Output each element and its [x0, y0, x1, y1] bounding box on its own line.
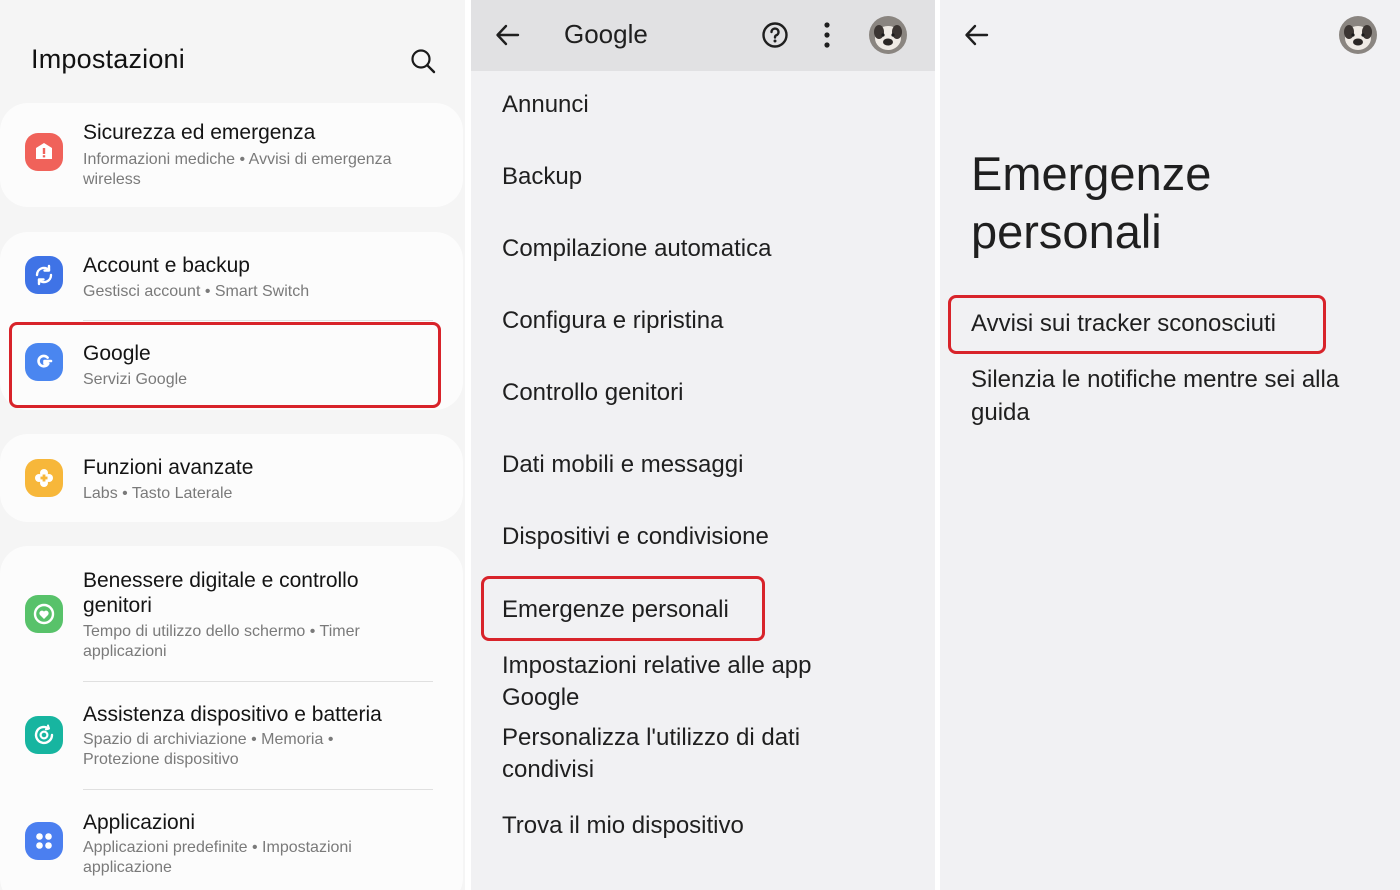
- settings-item-apps[interactable]: Applicazioni Applicazioni predefinite • …: [0, 790, 463, 890]
- avatar[interactable]: [1339, 16, 1377, 54]
- page-title: Emergenze personali: [971, 147, 1212, 258]
- alert-icon: [25, 133, 63, 171]
- google-item-shared-data[interactable]: Personalizza l'utilizzo di dati condivis…: [502, 722, 862, 786]
- google-item-find-device[interactable]: Trova il mio dispositivo: [502, 810, 902, 842]
- personal-safety-panel: Emergenze personali Avvisi sui tracker s…: [940, 0, 1400, 890]
- settings-item-device-care[interactable]: Assistenza dispositivo e batteria Spazio…: [0, 682, 463, 788]
- avatar[interactable]: [869, 16, 907, 54]
- settings-item-wellbeing[interactable]: Benessere digitale e controllo genitori …: [0, 546, 463, 680]
- highlight-box: [9, 322, 441, 408]
- google-panel: Google Annunci Backup Compilazione autom…: [471, 0, 935, 890]
- settings-item-title: Funzioni avanzate: [83, 456, 254, 479]
- settings-item-subtitle: Gestisci account • Smart Switch: [83, 283, 310, 300]
- page-title: Google: [564, 19, 648, 49]
- advanced-features-icon: [25, 459, 63, 497]
- settings-item-accounts[interactable]: Account e backup Gestisci account • Smar…: [0, 232, 463, 320]
- google-item-mobile-data[interactable]: Dati mobili e messaggi: [502, 449, 902, 481]
- more-vert-icon[interactable]: [823, 22, 831, 48]
- google-item-ads[interactable]: Annunci: [502, 89, 902, 121]
- page-title: Impostazioni: [31, 44, 185, 74]
- highlight-box: [481, 576, 765, 641]
- settings-item-title: Applicazioni: [83, 811, 196, 834]
- search-icon[interactable]: [409, 47, 437, 75]
- sync-icon: [25, 256, 63, 294]
- apps-icon: [25, 822, 63, 860]
- settings-item-subtitle: Spazio di archiviazione • Memoria • Prot…: [83, 731, 334, 768]
- settings-item-subtitle: Applicazioni predefinite • Impostazioni …: [83, 839, 352, 876]
- settings-card: Funzioni avanzate Labs • Tasto Laterale: [0, 434, 463, 522]
- google-item-devices-sharing[interactable]: Dispositivi e condivisione: [502, 521, 902, 553]
- top-app-bar: Google: [471, 0, 935, 71]
- settings-item-safety[interactable]: Sicurezza ed emergenza Informazioni medi…: [0, 103, 463, 207]
- google-item-setup-restore[interactable]: Configura e ripristina: [502, 305, 902, 337]
- driving-mute-item[interactable]: Silenzia le notifiche mentre sei alla gu…: [971, 363, 1381, 429]
- google-item-backup[interactable]: Backup: [502, 161, 902, 193]
- settings-card: Sicurezza ed emergenza Informazioni medi…: [0, 103, 463, 207]
- back-arrow-icon[interactable]: [963, 21, 991, 49]
- settings-item-subtitle: Tempo di utilizzo dello schermo • Timer …: [83, 623, 360, 660]
- back-arrow-icon[interactable]: [494, 21, 522, 49]
- settings-panel: Impostazioni Sicurezza ed emergenza Info…: [0, 0, 465, 890]
- device-care-icon: [25, 716, 63, 754]
- settings-item-title: Assistenza dispositivo e batteria: [83, 703, 382, 726]
- google-item-app-settings[interactable]: Impostazioni relative alle app Google: [502, 650, 872, 714]
- settings-card: Benessere digitale e controllo genitori …: [0, 546, 463, 890]
- highlight-box: [948, 295, 1326, 354]
- settings-item-subtitle: Labs • Tasto Laterale: [83, 485, 233, 502]
- settings-item-title: Account e backup: [83, 254, 250, 277]
- wellbeing-icon: [25, 595, 63, 633]
- google-item-parental-controls[interactable]: Controllo genitori: [502, 377, 902, 409]
- settings-item-subtitle: Informazioni mediche • Avvisi di emergen…: [83, 151, 392, 188]
- help-icon[interactable]: [761, 21, 789, 49]
- settings-item-title: Benessere digitale e controllo genitori: [83, 569, 359, 617]
- settings-item-title: Sicurezza ed emergenza: [83, 121, 316, 144]
- settings-item-advanced[interactable]: Funzioni avanzate Labs • Tasto Laterale: [0, 434, 463, 522]
- google-item-autofill[interactable]: Compilazione automatica: [502, 233, 902, 265]
